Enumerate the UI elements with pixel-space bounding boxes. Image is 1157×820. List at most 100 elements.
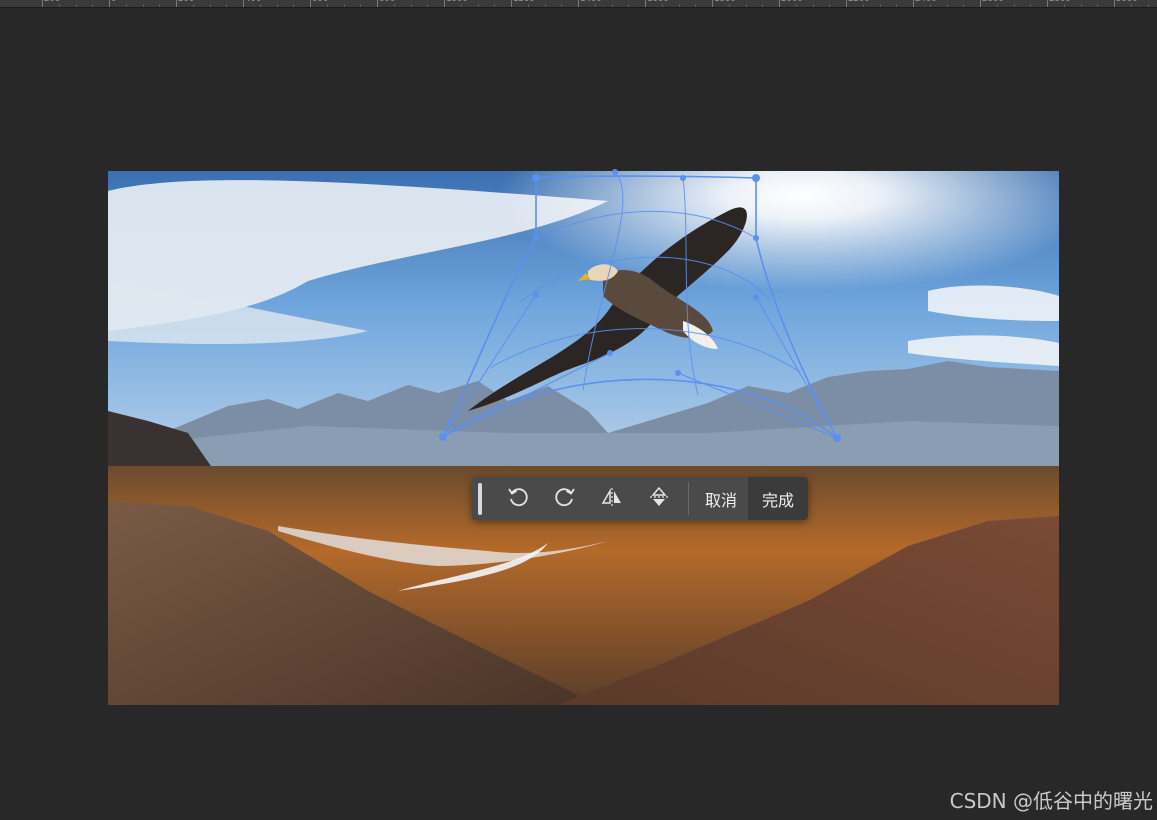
ruler-minor-tick: [1131, 4, 1132, 7]
ruler-minor-tick: [796, 4, 797, 7]
ruler-minor-tick: [260, 4, 261, 7]
ruler-minor-tick: [545, 4, 546, 7]
ruler-minor-tick: [411, 4, 412, 7]
cancel-button[interactable]: 取消: [695, 477, 747, 520]
ruler-major-tick: [846, 0, 847, 7]
ruler-minor-tick: [277, 4, 278, 7]
ruler-major-tick: [511, 0, 512, 7]
ruler-major-tick: [980, 0, 981, 7]
toolbar-divider: [688, 482, 689, 515]
ruler-label: 600: [312, 0, 328, 4]
ruler-label: 200: [178, 0, 194, 4]
ruler-minor-tick: [126, 4, 127, 7]
ruler-minor-tick: [930, 4, 931, 7]
rotate-right-button[interactable]: [541, 477, 588, 520]
ruler-minor-tick: [1081, 4, 1082, 7]
ruler-minor-tick: [813, 4, 814, 7]
rotate-cw-icon: [553, 485, 577, 513]
ruler-minor-tick: [226, 4, 227, 7]
ruler-label: 2400: [915, 0, 937, 4]
done-button[interactable]: 完成: [748, 477, 808, 520]
ruler-minor-tick: [1064, 4, 1065, 7]
ruler-minor-tick: [159, 4, 160, 7]
ruler-label: 1200: [513, 0, 535, 4]
ruler-minor-tick: [729, 4, 730, 7]
ruler-minor-tick: [1148, 4, 1149, 7]
flip-horizontal-button[interactable]: [588, 477, 635, 520]
ruler-label: 3000: [1116, 0, 1138, 4]
ruler-minor-tick: [561, 4, 562, 7]
ruler-minor-tick: [327, 4, 328, 7]
ruler-minor-tick: [494, 4, 495, 7]
ruler-label: 2600: [982, 0, 1004, 4]
horizontal-ruler: 2000200400600800100012001400160018002000…: [0, 0, 1157, 8]
ruler-minor-tick: [528, 4, 529, 7]
ruler-major-tick: [712, 0, 713, 7]
ruler-minor-tick: [963, 4, 964, 7]
ruler-major-tick: [109, 0, 110, 7]
ruler-minor-tick: [695, 4, 696, 7]
ruler-minor-tick: [628, 4, 629, 7]
ruler-label: 1400: [580, 0, 602, 4]
ruler-minor-tick: [947, 4, 948, 7]
ruler-minor-tick: [1014, 4, 1015, 7]
canvas-image[interactable]: [108, 171, 1059, 705]
ruler-label: 800: [379, 0, 395, 4]
ruler-minor-tick: [612, 4, 613, 7]
flip-vertical-button[interactable]: [635, 477, 682, 520]
ruler-minor-tick: [863, 4, 864, 7]
ruler-minor-tick: [595, 4, 596, 7]
ruler-major-tick: [779, 0, 780, 7]
ruler-label: 2000: [781, 0, 803, 4]
ruler-label: 2200: [848, 0, 870, 4]
ruler-label: 2800: [1049, 0, 1071, 4]
ruler-minor-tick: [293, 4, 294, 7]
ruler-minor-tick: [344, 4, 345, 7]
flip-horizontal-icon: [600, 485, 624, 513]
ruler-minor-tick: [59, 4, 60, 7]
ruler-major-tick: [444, 0, 445, 7]
ruler-minor-tick: [92, 4, 93, 7]
ruler-major-tick: [578, 0, 579, 7]
flip-vertical-icon: [647, 485, 671, 513]
ruler-minor-tick: [1030, 4, 1031, 7]
ruler-label: 200: [44, 0, 60, 4]
ruler-minor-tick: [143, 4, 144, 7]
ruler-minor-tick: [880, 4, 881, 7]
ruler-minor-tick: [210, 4, 211, 7]
ruler-major-tick: [377, 0, 378, 7]
ruler-minor-tick: [461, 4, 462, 7]
ruler-label: 1000: [446, 0, 468, 4]
ruler-major-tick: [310, 0, 311, 7]
watermark-text: CSDN @低谷中的曙光: [949, 789, 1153, 813]
ruler-minor-tick: [679, 4, 680, 7]
rotate-ccw-icon: [506, 485, 530, 513]
ruler-minor-tick: [1097, 4, 1098, 7]
ruler-minor-tick: [478, 4, 479, 7]
ruler-minor-tick: [394, 4, 395, 7]
ruler-minor-tick: [427, 4, 428, 7]
ruler-minor-tick: [662, 4, 663, 7]
ruler-major-tick: [1114, 0, 1115, 7]
ruler-minor-tick: [76, 4, 77, 7]
ruler-minor-tick: [896, 4, 897, 7]
ruler-minor-tick: [997, 4, 998, 7]
ruler-minor-tick: [762, 4, 763, 7]
transform-toolbar: 取消 完成: [472, 477, 808, 520]
landscape-photo: [108, 171, 1059, 705]
ruler-label: 400: [245, 0, 261, 4]
ruler-minor-tick: [746, 4, 747, 7]
toolbar-drag-handle[interactable]: [478, 482, 482, 515]
rotate-left-button[interactable]: [494, 477, 541, 520]
ruler-minor-tick: [360, 4, 361, 7]
ruler-minor-tick: [193, 4, 194, 7]
ruler-major-tick: [243, 0, 244, 7]
ruler-label: 1600: [647, 0, 669, 4]
ruler-major-tick: [1047, 0, 1048, 7]
ruler-minor-tick: [829, 4, 830, 7]
ruler-major-tick: [176, 0, 177, 7]
ruler-label: 1800: [714, 0, 736, 4]
ruler-major-tick: [42, 0, 43, 7]
ruler-major-tick: [645, 0, 646, 7]
ruler-major-tick: [913, 0, 914, 7]
